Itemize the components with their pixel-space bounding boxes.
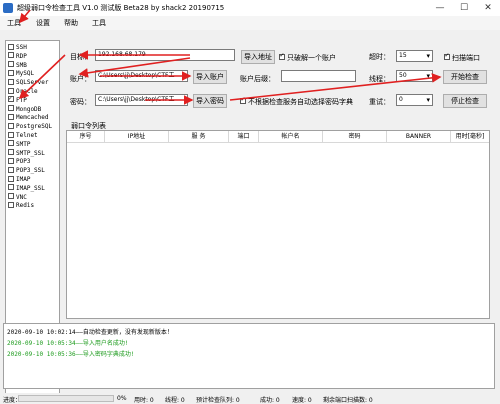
app-icon bbox=[3, 3, 13, 13]
elapsed-status: 用时: 0 bbox=[134, 397, 154, 404]
scan-port-checkbox[interactable]: 扫描端口 bbox=[444, 52, 480, 63]
checkbox-icon bbox=[8, 113, 14, 120]
log-line: 2020-09-10 10:05:34——导入用户名成功! bbox=[7, 340, 129, 347]
account-suffix-label: 账户后缀： bbox=[240, 75, 275, 83]
start-check-button[interactable]: 开始检查 bbox=[443, 70, 487, 84]
success-status: 成功: 0 bbox=[260, 397, 280, 404]
menu-settings[interactable]: 设置 bbox=[36, 18, 50, 28]
scan-port-check-icon bbox=[444, 52, 450, 60]
service-label: Memcached bbox=[16, 114, 49, 122]
speed-status: 速度: 0 bbox=[292, 397, 312, 404]
col-port[interactable]: 端口 bbox=[229, 131, 259, 143]
menu-help[interactable]: 帮助 bbox=[64, 18, 78, 28]
checkbox-icon bbox=[8, 87, 14, 94]
import-password-button[interactable]: 导入密码 bbox=[193, 94, 227, 108]
progress-bar bbox=[18, 395, 114, 402]
checkbox-icon bbox=[8, 166, 14, 173]
menu-tools-2[interactable]: 工具 bbox=[92, 18, 106, 28]
progress-percent: 0% bbox=[117, 395, 127, 402]
service-label: VNC bbox=[16, 193, 27, 201]
retry-select[interactable]: 0 bbox=[396, 94, 433, 106]
threads-status: 线程: 0 bbox=[165, 397, 185, 404]
col-ip[interactable]: IP地址 bbox=[105, 131, 169, 143]
checkbox-icon bbox=[8, 61, 14, 68]
weak-dict-label: 不根据检查服务自动选择密码字典 bbox=[248, 98, 353, 106]
service-label: Oracle bbox=[16, 88, 38, 95]
menu-tools[interactable]: 工具 bbox=[7, 18, 21, 28]
account-label: 账户： bbox=[70, 75, 91, 83]
service-label: IMAP bbox=[16, 176, 31, 183]
service-label: SMTP_SSL bbox=[16, 149, 45, 157]
col-service[interactable]: 服 务 bbox=[169, 131, 229, 143]
service-label: SMB bbox=[16, 61, 27, 69]
scan-port-label: 扫描端口 bbox=[452, 54, 480, 62]
target-input[interactable]: 192.168.68.179 bbox=[95, 49, 235, 61]
single-account-checkbox[interactable]: 只破解一个账户 bbox=[279, 52, 336, 63]
import-account-button[interactable]: 导入账户 bbox=[193, 70, 227, 84]
service-label: SMTP bbox=[16, 140, 31, 148]
service-item-redis[interactable]: Redis bbox=[8, 201, 34, 211]
target-label: 目标： bbox=[70, 53, 91, 61]
checkbox-icon bbox=[8, 78, 14, 85]
single-account-label: 只破解一个账户 bbox=[287, 54, 336, 62]
weak-dict-check-icon bbox=[240, 96, 246, 104]
service-label: SSH bbox=[16, 44, 27, 51]
service-label: MongoDB bbox=[16, 105, 42, 113]
retry-label: 重试： bbox=[369, 98, 390, 106]
service-label: SQLServer bbox=[16, 79, 49, 87]
stop-check-button[interactable]: 停止检查 bbox=[443, 94, 487, 108]
col-password[interactable]: 密码 bbox=[323, 131, 387, 143]
password-label: 密码： bbox=[70, 98, 91, 106]
checkbox-icon bbox=[8, 193, 14, 200]
maximize-button[interactable]: ☐ bbox=[452, 0, 476, 16]
threads-select[interactable]: 50 bbox=[396, 70, 433, 82]
checkbox-icon bbox=[8, 157, 14, 164]
service-label: PostgreSQL bbox=[16, 123, 53, 131]
log-line: 2020-09-10 10:02:14——自动检查更新，没有发现新版本！ bbox=[7, 329, 173, 336]
password-file-input[interactable]: C:\Users\jj\Desktop\CTF工 bbox=[95, 94, 188, 106]
timeout-select[interactable]: 15 bbox=[396, 50, 433, 62]
queue-status: 预计检查队列: 0 bbox=[196, 397, 240, 404]
checkbox-icon bbox=[8, 52, 14, 59]
log-line: 2020-09-10 10:05:36——导入密码字典成功! bbox=[7, 351, 135, 358]
timeout-label: 超时： bbox=[369, 53, 390, 61]
service-label: Telnet bbox=[16, 132, 38, 139]
checkbox-icon bbox=[8, 184, 14, 191]
col-banner[interactable]: BANNER bbox=[387, 131, 451, 143]
remaining-status: 剩余端口扫描数: 0 bbox=[323, 397, 373, 404]
service-label: IMAP_SSL bbox=[16, 184, 45, 192]
minimize-button[interactable]: — bbox=[428, 0, 452, 16]
results-table[interactable]: 序号 IP地址 服 务 端口 帐户名 密码 BANNER 用时[毫秒] bbox=[66, 130, 490, 319]
checkbox-icon bbox=[8, 105, 14, 112]
service-label: POP3_SSL bbox=[16, 167, 45, 175]
service-label: RDP bbox=[16, 52, 27, 60]
service-label: Redis bbox=[16, 202, 35, 210]
weak-dict-checkbox[interactable]: 不根据检查服务自动选择密码字典 bbox=[240, 96, 353, 107]
threads-label: 线程： bbox=[369, 75, 390, 83]
window-title: 超级弱口令检查工具 V1.0 测试版 Beta28 by shack2 2019… bbox=[17, 4, 225, 12]
service-label: POP3 bbox=[16, 158, 31, 166]
import-address-button[interactable]: 导入地址 bbox=[241, 50, 275, 64]
service-label: MySQL bbox=[16, 70, 35, 78]
checkbox-icon bbox=[8, 122, 14, 129]
checkbox-icon bbox=[8, 149, 14, 156]
results-table-header: 序号 IP地址 服 务 端口 帐户名 密码 BANNER 用时[毫秒] bbox=[67, 131, 489, 143]
col-index[interactable]: 序号 bbox=[67, 131, 105, 143]
checkbox-icon bbox=[8, 69, 14, 76]
log-panel[interactable]: 2020-09-10 10:02:14——自动检查更新，没有发现新版本！ 2020… bbox=[3, 323, 495, 389]
single-account-check-icon bbox=[279, 52, 285, 60]
checkbox-icon bbox=[8, 140, 14, 147]
checkbox-icon bbox=[8, 43, 14, 50]
account-file-input[interactable]: C:\Users\jj\Desktop\CTF工 bbox=[95, 70, 188, 82]
col-username[interactable]: 帐户名 bbox=[259, 131, 323, 143]
close-button[interactable]: ✕ bbox=[476, 0, 500, 16]
service-label: FTP bbox=[16, 96, 27, 104]
checkbox-icon bbox=[8, 131, 14, 138]
checkbox-icon bbox=[8, 94, 14, 104]
account-suffix-input[interactable] bbox=[281, 70, 356, 82]
col-elapsed[interactable]: 用时[毫秒] bbox=[451, 131, 489, 143]
checkbox-icon bbox=[8, 201, 14, 208]
checkbox-icon bbox=[8, 175, 14, 182]
